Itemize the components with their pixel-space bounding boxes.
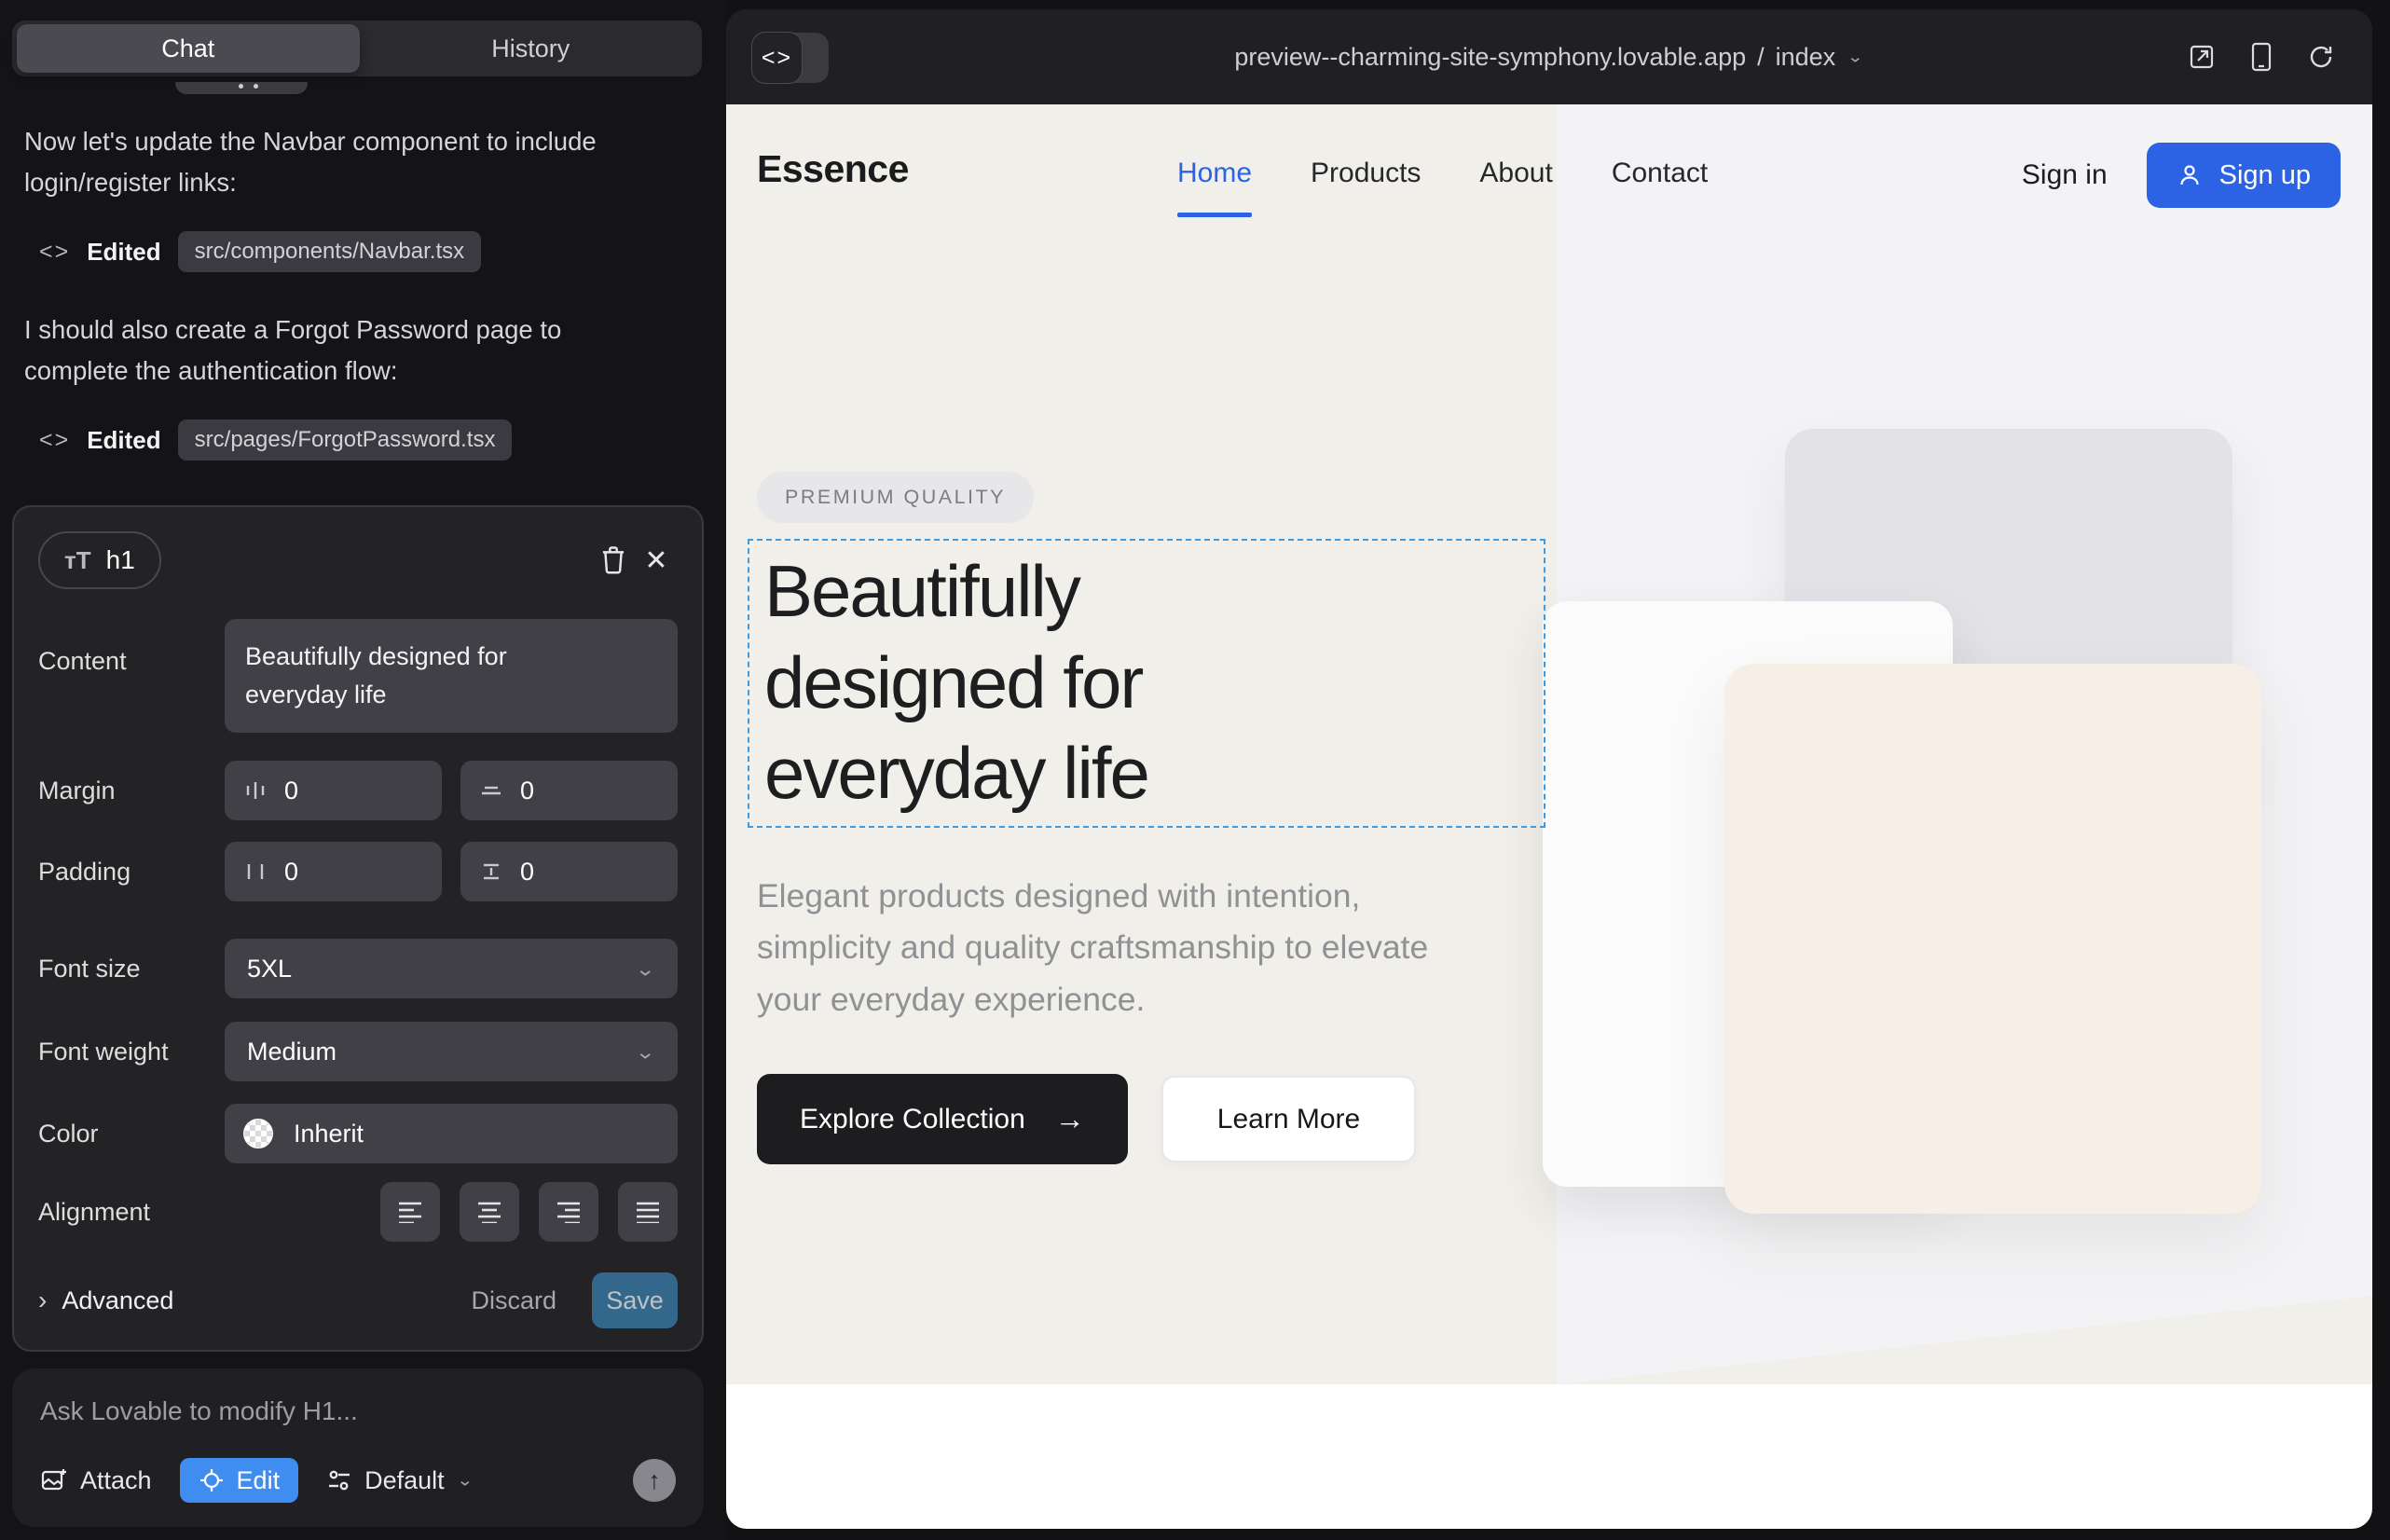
attach-image-icon — [40, 1466, 68, 1494]
nav-link-home[interactable]: Home — [1177, 158, 1252, 193]
margin-horizontal-icon — [243, 778, 268, 803]
preview-path: index — [1776, 43, 1836, 72]
code-icon: <> — [39, 239, 70, 266]
send-button[interactable]: ↑ — [633, 1459, 676, 1502]
font-size-select[interactable]: 5XL ⌄ — [225, 939, 678, 998]
mobile-view-icon[interactable] — [2251, 42, 2272, 72]
app-window: Chat History Now let's update the Navbar… — [0, 0, 2390, 1540]
preview-url: preview--charming-site-symphony.lovable.… — [1234, 43, 1746, 72]
refresh-icon[interactable] — [2307, 43, 2335, 71]
nav-link-contact[interactable]: Contact — [1612, 158, 1708, 193]
chevron-down-icon: ⌄ — [1847, 48, 1863, 67]
content-input[interactable]: Beautifully designed for everyday life — [225, 619, 678, 733]
element-tag: h1 — [106, 545, 135, 575]
advanced-toggle[interactable]: › Advanced — [38, 1286, 173, 1315]
sign-in-link[interactable]: Sign in — [2022, 159, 2108, 191]
save-button[interactable]: Save — [592, 1272, 678, 1328]
padding-horizontal-icon — [243, 859, 268, 884]
explore-collection-button[interactable]: Explore Collection → — [757, 1074, 1128, 1164]
selected-h1-outline[interactable]: Beautifully designed for everyday life — [748, 539, 1545, 828]
chat-panel: Chat History Now let's update the Navbar… — [0, 0, 726, 1540]
font-weight-label: Font weight — [38, 1038, 225, 1066]
decorative-card-beige — [1724, 664, 2261, 1214]
chat-messages: Now let's update the Navbar component to… — [24, 121, 677, 498]
chat-input[interactable] — [40, 1396, 637, 1426]
arrow-up-icon: ↑ — [648, 1466, 661, 1495]
file-badge[interactable]: src/pages/ForgotPassword.tsx — [178, 419, 513, 461]
chevron-down-icon: ⌄ — [457, 1471, 474, 1491]
chevron-down-icon: ⌄ — [635, 957, 655, 981]
open-external-icon[interactable] — [2188, 43, 2216, 71]
chat-history-tabs: Chat History — [12, 21, 702, 76]
sign-up-button[interactable]: Sign up — [2147, 143, 2341, 208]
code-icon: <> — [39, 427, 70, 454]
premium-quality-badge: PREMIUM QUALITY — [757, 472, 1034, 523]
hero-paragraph: Elegant products designed with intention… — [757, 871, 1475, 1025]
nav-link-products[interactable]: Products — [1311, 158, 1421, 193]
model-default-button[interactable]: Default ⌄ — [326, 1466, 474, 1495]
site-logo[interactable]: Essence — [757, 147, 909, 191]
selected-element-pill: тT h1 — [38, 531, 161, 589]
close-icon: ✕ — [644, 544, 667, 577]
user-icon — [2177, 162, 2203, 188]
content-label: Content — [38, 619, 225, 676]
trash-icon — [599, 545, 627, 575]
tab-history[interactable]: History — [360, 24, 703, 73]
align-justify-button[interactable] — [618, 1182, 678, 1242]
close-editor-button[interactable]: ✕ — [635, 539, 678, 582]
padding-vertical-icon — [479, 859, 503, 884]
site-navbar: Essence Home Products About Contact Sign… — [726, 104, 2372, 246]
chevron-down-icon: ⌄ — [635, 1040, 655, 1064]
scrolled-badge-remnant — [175, 82, 308, 94]
margin-vertical-icon — [479, 778, 503, 803]
edited-file-row: <> Edited src/components/Navbar.tsx — [39, 231, 677, 272]
delete-element-button[interactable] — [592, 539, 635, 582]
align-justify-icon — [635, 1201, 661, 1223]
preview-window: <> preview--charming-site-symphony.lovab… — [726, 9, 2372, 1529]
assistant-message: Now let's update the Navbar component to… — [24, 121, 639, 203]
padding-label: Padding — [38, 858, 225, 887]
padding-y-input[interactable]: 0 — [460, 842, 678, 901]
chat-composer: Attach Edit Default ⌄ — [12, 1368, 704, 1527]
discard-button[interactable]: Discard — [471, 1286, 556, 1315]
chevron-right-icon: › — [38, 1286, 47, 1315]
hero-diagonal-shape — [1557, 1296, 2372, 1384]
align-center-icon — [476, 1201, 502, 1223]
url-bar[interactable]: preview--charming-site-symphony.lovable.… — [726, 9, 2372, 104]
site-canvas: Essence Home Products About Contact Sign… — [726, 104, 2372, 1529]
edit-mode-button[interactable]: Edit — [180, 1458, 299, 1503]
color-select[interactable]: Inherit — [225, 1104, 678, 1163]
sliders-icon — [326, 1468, 352, 1492]
edited-label: Edited — [87, 238, 160, 267]
element-editor-panel: тT h1 ✕ Content Beautifully designed — [12, 505, 704, 1352]
font-weight-select[interactable]: Medium ⌄ — [225, 1022, 678, 1081]
align-left-icon — [397, 1201, 423, 1223]
learn-more-button[interactable]: Learn More — [1161, 1076, 1416, 1162]
tab-chat[interactable]: Chat — [17, 24, 360, 73]
align-left-button[interactable] — [380, 1182, 440, 1242]
padding-x-input[interactable]: 0 — [225, 842, 442, 901]
align-right-icon — [556, 1201, 582, 1223]
hero-heading: Beautifully designed for everyday life — [749, 541, 1544, 819]
alignment-label: Alignment — [38, 1198, 225, 1227]
target-icon — [199, 1467, 225, 1493]
edited-label: Edited — [87, 426, 160, 455]
url-separator: / — [1757, 43, 1765, 72]
assistant-message: I should also create a Forgot Password p… — [24, 309, 639, 392]
color-label: Color — [38, 1120, 225, 1148]
arrow-right-icon: → — [1055, 1102, 1085, 1136]
edited-file-row: <> Edited src/pages/ForgotPassword.tsx — [39, 419, 677, 461]
margin-x-input[interactable]: 0 — [225, 761, 442, 820]
color-swatch — [243, 1119, 273, 1148]
margin-y-input[interactable]: 0 — [460, 761, 678, 820]
nav-link-about[interactable]: About — [1479, 158, 1552, 193]
attach-button[interactable]: Attach — [40, 1466, 152, 1495]
preview-toolbar: <> preview--charming-site-symphony.lovab… — [726, 9, 2372, 104]
margin-label: Margin — [38, 777, 225, 805]
align-center-button[interactable] — [460, 1182, 519, 1242]
align-right-button[interactable] — [539, 1182, 598, 1242]
typography-icon: тT — [64, 546, 91, 575]
font-size-label: Font size — [38, 955, 225, 983]
file-badge[interactable]: src/components/Navbar.tsx — [178, 231, 481, 272]
